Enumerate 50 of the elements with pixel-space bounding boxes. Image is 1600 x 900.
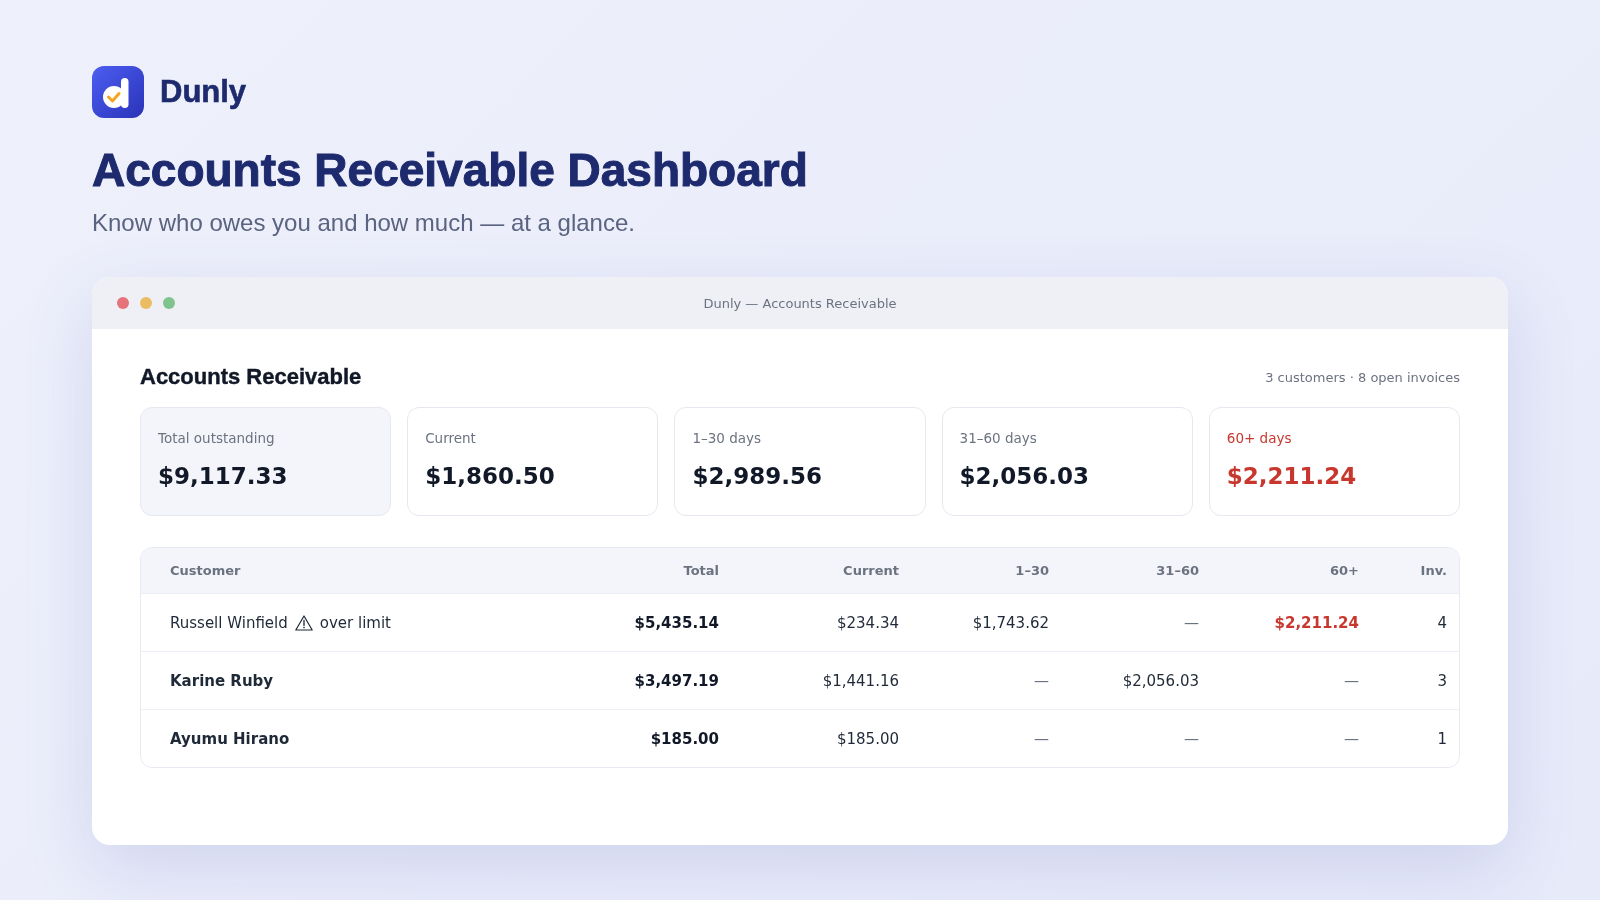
card-value: $1,860.50	[425, 462, 555, 492]
card-label: Total outstanding	[158, 429, 275, 448]
customer-name: Russell Winfield	[170, 613, 288, 632]
page-title: Accounts Receivable Dashboard	[92, 145, 808, 196]
card-label: Current	[425, 429, 476, 448]
table-cell-text: $185.00	[835, 729, 899, 748]
close-button[interactable]	[117, 297, 129, 310]
card-label: 1–30 days	[692, 429, 762, 448]
warning-icon	[294, 614, 313, 631]
table-cell-text: —	[1343, 671, 1359, 690]
brand-name: Dunly	[160, 74, 247, 110]
column-header: 31–60	[1155, 563, 1199, 579]
customer-name: Ayumu Hirano	[170, 729, 290, 748]
customer-name: Karine Ruby	[170, 671, 274, 690]
column-header: Customer	[170, 563, 242, 579]
card-value: $2,211.24	[1226, 462, 1357, 492]
table-cell-text: $1,743.62	[971, 613, 1049, 632]
table-cell-text: $5,435.14	[633, 613, 719, 632]
column-header: Current	[842, 563, 899, 579]
column-header: 1–30	[1014, 563, 1049, 579]
section-heading: Accounts Receivable	[140, 364, 362, 391]
logo-icon	[92, 66, 144, 118]
minimize-button[interactable]	[140, 297, 152, 310]
over-limit-label: over limit	[319, 613, 391, 632]
maximize-button[interactable]	[163, 297, 175, 310]
table-cell-text: $3,497.19	[633, 671, 719, 690]
table-cell-text: —	[1033, 671, 1049, 690]
window-title: Dunly — Accounts Receivable	[703, 295, 897, 311]
table-cell-text: $1,441.16	[821, 671, 899, 690]
table-cell-text: $2,211.24	[1273, 613, 1359, 632]
table-cell-text: —	[1183, 729, 1199, 748]
table-cell-text: 4	[1436, 613, 1447, 632]
card-label: 60+ days	[1226, 429, 1292, 448]
column-header: Inv.	[1419, 563, 1447, 579]
page-subtitle: Know who owes you and how much — at a glance.	[92, 208, 635, 238]
table-cell-text: —	[1183, 613, 1199, 632]
column-header: Total	[682, 563, 719, 579]
column-header: 60+	[1329, 563, 1359, 579]
card-value: $2,056.03	[959, 462, 1090, 492]
table-cell-text: 3	[1436, 671, 1447, 690]
table-cell-text: —	[1343, 729, 1359, 748]
table-cell-text: $185.00	[649, 729, 719, 748]
card-value: $9,117.33	[158, 462, 288, 492]
card-value: $2,989.56	[692, 462, 822, 492]
table-cell-text: —	[1033, 729, 1049, 748]
card-label: 31–60 days	[959, 429, 1037, 448]
table-cell-text: $234.34	[835, 613, 899, 632]
table-cell-text: 1	[1436, 729, 1447, 748]
summary-text: 3 customers · 8 open invoices	[1265, 369, 1460, 385]
table-cell-text: $2,056.03	[1121, 671, 1199, 690]
